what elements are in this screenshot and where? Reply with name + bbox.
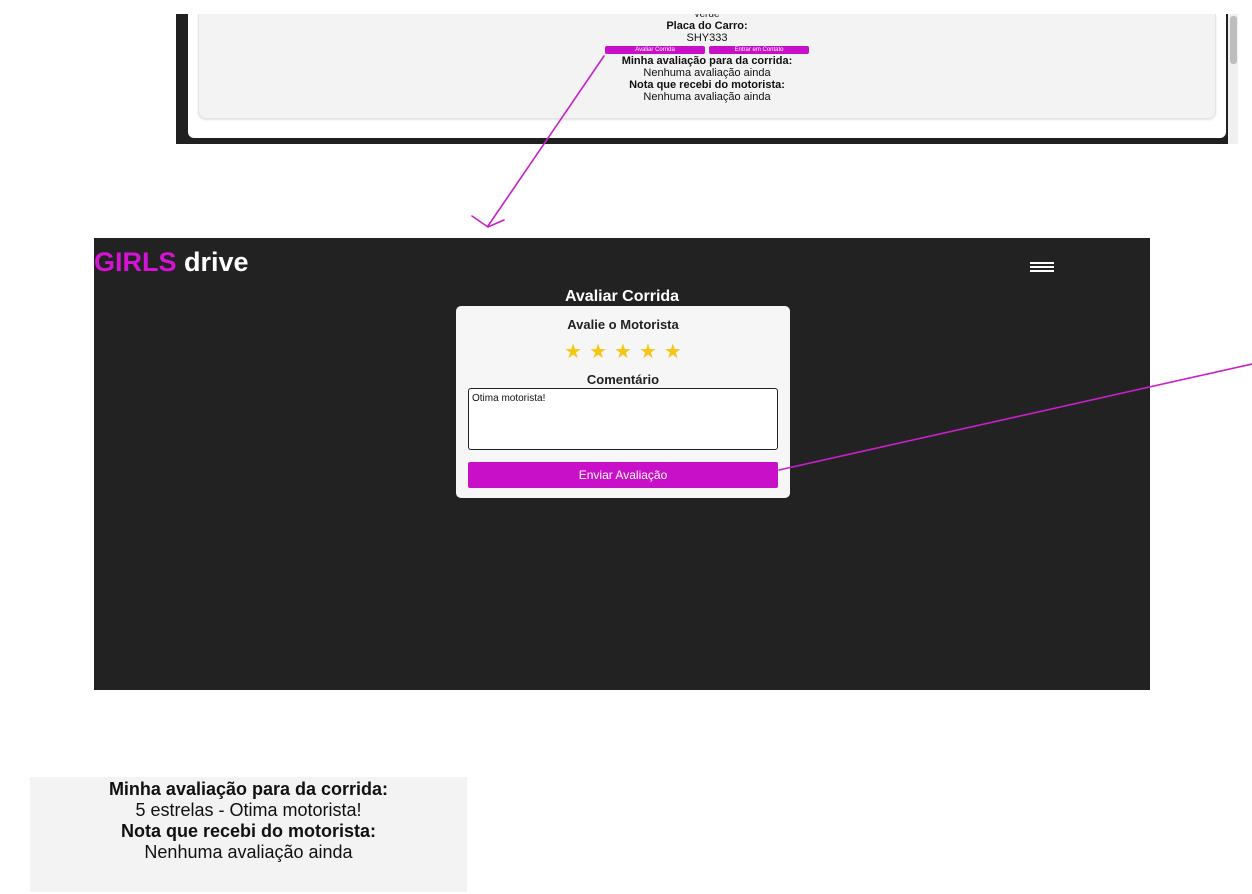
arrowhead-icon — [471, 215, 505, 228]
my-rating-label: Minha avaliação para da corrida: — [108, 779, 389, 799]
driver-rating-value: Nenhuma avaliação ainda — [643, 91, 771, 103]
app-logo[interactable]: GIRLS drive — [94, 246, 249, 278]
scrollbar[interactable] — [1228, 14, 1238, 144]
rate-driver-heading: Avalie o Motorista — [567, 317, 679, 332]
rate-ride-screen: GIRLS drive Avaliar Corrida Avalie o Mot… — [94, 238, 1150, 690]
ride-details-screenshot: verde Placa do Carro: SHY333 Avaliar Cor… — [176, 14, 1238, 144]
logo-girls: GIRLS — [94, 247, 177, 277]
ride-actions: Avaliar Corrida Entrar em Contato — [199, 46, 1215, 54]
plate-value: SHY333 — [686, 32, 728, 44]
my-rating-value: 5 estrelas - Otima motorista! — [135, 800, 362, 820]
rate-ride-button[interactable]: Avaliar Corrida — [605, 46, 705, 54]
ride-card: verde Placa do Carro: SHY333 Avaliar Cor… — [198, 14, 1216, 119]
hamburger-line — [1030, 270, 1054, 272]
rating-result-screenshot: Minha avaliação para da corrida: 5 estre… — [30, 777, 467, 892]
star-icon[interactable]: ★ — [639, 341, 657, 363]
star-icon[interactable]: ★ — [564, 341, 582, 363]
page-title: Avaliar Corrida — [564, 288, 680, 305]
submit-rating-button[interactable]: Enviar Avaliação — [468, 462, 778, 488]
logo-drive: drive — [184, 247, 249, 277]
comment-textarea[interactable] — [468, 388, 778, 450]
ride-details-panel: verde Placa do Carro: SHY333 Avaliar Cor… — [188, 14, 1226, 138]
driver-rating-value: Nenhuma avaliação ainda — [144, 842, 353, 862]
driver-rating-label: Nota que recebi do motorista: — [120, 821, 377, 841]
star-rating: ★ ★ ★ ★ ★ — [468, 341, 778, 363]
contact-button[interactable]: Entrar em Contato — [709, 46, 809, 54]
star-icon[interactable]: ★ — [589, 341, 607, 363]
comment-label: Comentário — [586, 372, 660, 387]
driver-rating-label: Nota que recebi do motorista: — [629, 79, 785, 91]
hamburger-icon[interactable] — [1030, 262, 1054, 276]
hamburger-line — [1030, 266, 1054, 268]
star-icon[interactable]: ★ — [664, 341, 682, 363]
my-rating-label: Minha avaliação para da corrida: — [621, 55, 793, 67]
hamburger-line — [1030, 262, 1054, 264]
plate-label: Placa do Carro: — [666, 20, 748, 32]
my-rating-value: Nenhuma avaliação ainda — [643, 67, 771, 79]
star-icon[interactable]: ★ — [614, 341, 632, 363]
rating-form: Avalie o Motorista ★ ★ ★ ★ ★ Comentário Envi… — [456, 306, 790, 498]
scrollbar-thumb[interactable] — [1230, 16, 1237, 64]
